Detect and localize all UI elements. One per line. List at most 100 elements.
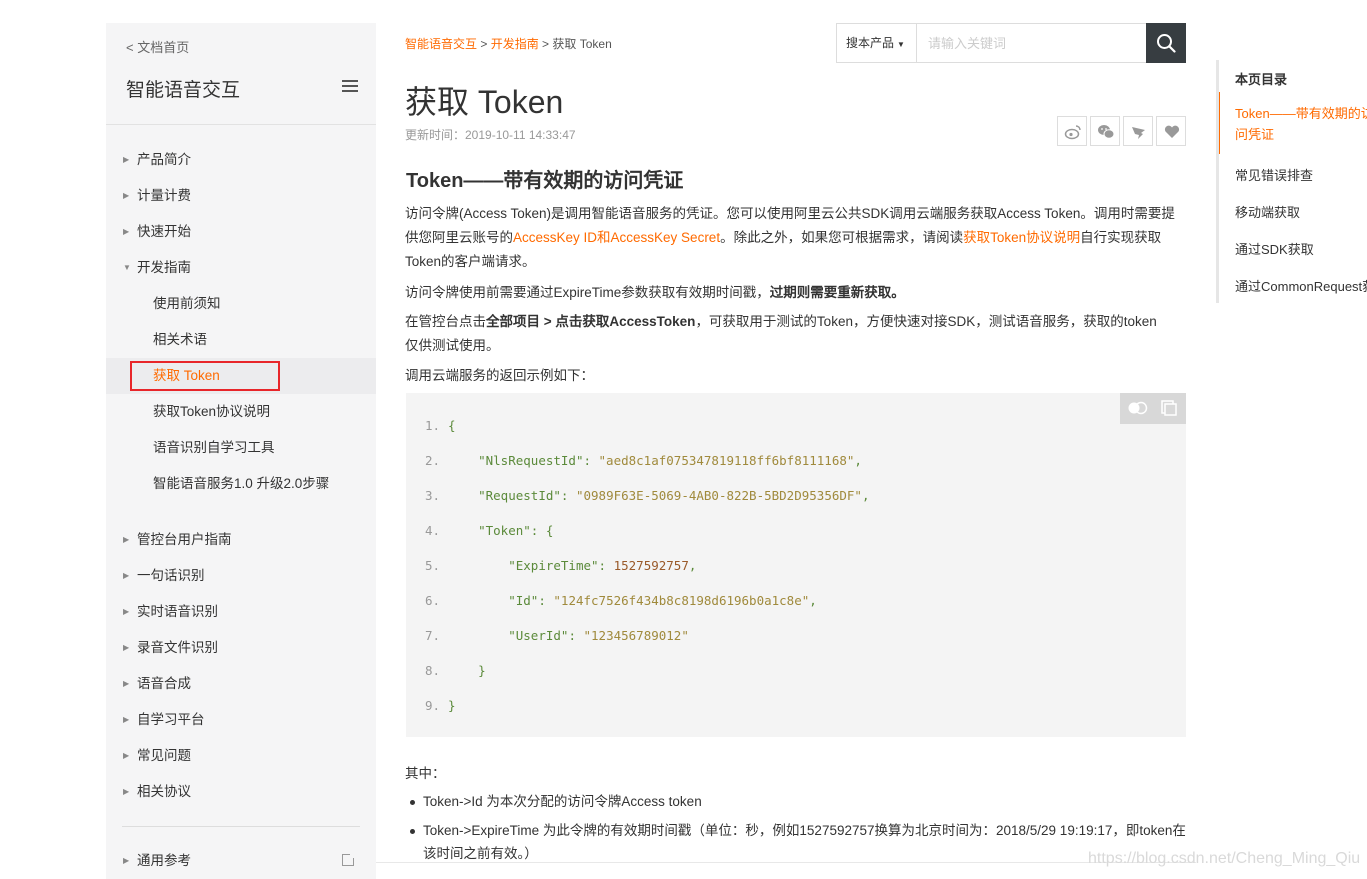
sidebar-item-sentence-recognition[interactable]: ▶ 一句话识别 (106, 558, 376, 594)
list-item: Token->Id 为本次分配的访问令牌Access token (408, 790, 1188, 813)
paragraph-expire: 访问令牌使用前需要通过ExpireTime参数获取有效期时间戳，过期则需要重新获… (405, 285, 905, 300)
list-item: Token->ExpireTime 为此令牌的有效期时间戳（单位：秒，例如152… (408, 819, 1188, 865)
sidebar-subitem-prerequisites[interactable]: 使用前须知 (106, 286, 376, 322)
page-toc: 本页目录 Token——带有效期的访问凭证 常见错误排查 移动端获取 通过SDK… (1216, 60, 1367, 303)
sidebar-subitem-get-token[interactable]: 获取 Token (106, 358, 376, 394)
search-button[interactable] (1146, 23, 1186, 63)
toc-item-common-request[interactable]: 通过CommonRequest获取 (1235, 276, 1367, 295)
line-number: 8. (424, 663, 440, 678)
doc-home-link[interactable]: < 文档首页 (126, 37, 189, 56)
code-key: "RequestId" (478, 488, 561, 503)
sidebar-item-agreements[interactable]: ▶ 相关协议 (106, 774, 376, 810)
caret-right-icon: ▶ (123, 679, 130, 688)
sidebar-item-file-recognition[interactable]: ▶ 录音文件识别 (106, 630, 376, 666)
code-punctuation: , (809, 593, 817, 608)
code-value: "aed8c1af075347819118ff6bf8111168" (598, 453, 855, 468)
code-key: "Id" (508, 593, 539, 608)
wechat-share-button[interactable] (1090, 116, 1120, 146)
breadcrumb-link-product[interactable]: 智能语音交互 (405, 37, 477, 51)
weibo-share-button[interactable] (1057, 116, 1087, 146)
sidebar-item-general-reference[interactable]: ▶ 通用参考 (106, 843, 376, 879)
code-separator: : (568, 628, 584, 643)
paragraph-intro: 访问令牌(Access Token)是调用智能语音服务的凭证。您可以使用阿里云公… (405, 206, 1175, 269)
hamburger-menu-icon[interactable] (342, 80, 358, 94)
toc-active-indicator (1219, 92, 1220, 154)
line-number: 7. (424, 628, 440, 643)
code-value: 1527592757 (613, 558, 689, 573)
code-line: 1. { (406, 408, 1186, 443)
dingtalk-share-button[interactable] (1123, 116, 1153, 146)
toc-item-mobile[interactable]: 移动端获取 (1235, 202, 1300, 221)
sidebar-subitem-self-learning-tool[interactable]: 语音识别自学习工具 (106, 430, 376, 466)
page-title: 获取 Token (405, 84, 564, 120)
sidebar-item-console-guide[interactable]: ▶ 管控台用户指南 (106, 522, 376, 558)
code-punctuation: , (854, 453, 862, 468)
toc-item-sdk[interactable]: 通过SDK获取 (1235, 239, 1314, 258)
code-punctuation: } (448, 698, 456, 713)
line-number: 2. (424, 453, 440, 468)
line-number: 1. (424, 418, 440, 433)
code-separator: : (583, 453, 599, 468)
toc-item-token[interactable]: Token——带有效期的访问凭证 (1235, 103, 1367, 145)
token-protocol-link[interactable]: 获取Token协议说明 (963, 230, 1080, 245)
search-icon (1157, 34, 1176, 53)
caret-right-icon: ▶ (123, 751, 130, 760)
code-line: 5. "ExpireTime": 1527592757, (406, 548, 1186, 583)
sidebar-subitem-upgrade-steps[interactable]: 智能语音服务1.0 升级2.0步骤 (106, 466, 376, 522)
code-line: 2. "NlsRequestId": "aed8c1af075347819118… (406, 443, 1186, 478)
sidebar-item-dev-guide[interactable]: ▼ 开发指南 (106, 250, 376, 286)
code-value: "0989F63E-5069-4AB0-822B-5BD2D95356DF" (575, 488, 862, 503)
code-block: 1. {2. "NlsRequestId": "aed8c1af075347819… (406, 393, 1186, 737)
caret-down-icon: ▼ (897, 40, 905, 49)
line-number: 4. (424, 523, 440, 538)
section-title: Token——带有效期的访问凭证 (406, 170, 684, 192)
accesskey-link[interactable]: AccessKey ID和AccessKey Secret (513, 230, 720, 245)
caret-down-icon: ▼ (123, 263, 131, 272)
toc-item-errors[interactable]: 常见错误排查 (1235, 165, 1313, 184)
footer-divider (376, 862, 1196, 879)
code-key: "Token" (478, 523, 531, 538)
code-punctuation: , (688, 558, 697, 573)
sidebar-item-billing[interactable]: ▶ 计量计费 (106, 178, 376, 214)
breadcrumb-link-dev-guide[interactable]: 开发指南 (491, 37, 539, 51)
sidebar-item-quick-start[interactable]: ▶ 快速开始 (106, 214, 376, 250)
search-input[interactable] (928, 24, 1143, 62)
external-link-icon[interactable] (342, 852, 356, 866)
paragraph-example-intro: 调用云端服务的返回示例如下： (405, 368, 594, 383)
code-value: "124fc7526f434b8c8198d6196b0a1c8e" (553, 593, 810, 608)
breadcrumb-current: 获取 Token (552, 37, 612, 51)
line-number: 6. (424, 593, 440, 608)
code-line: 8. } (406, 653, 1186, 688)
code-key: "UserId" (508, 628, 569, 643)
doc-sidebar: < 文档首页 智能语音交互 ▶ 产品简介 ▶ 计量计费 ▶ 快速开始 ▼ 开发指南 使用… (106, 23, 376, 879)
update-time: 更新时间：2019-10-11 14:33:47 (405, 128, 576, 142)
code-line: 7. "UserId": "123456789012" (406, 618, 1186, 653)
code-key: "ExpireTime" (508, 558, 599, 573)
wechat-icon (1098, 125, 1115, 139)
favorite-button[interactable] (1156, 116, 1186, 146)
sidebar-subitem-token-protocol[interactable]: 获取Token协议说明 (106, 394, 376, 430)
sidebar-item-faq[interactable]: ▶ 常见问题 (106, 738, 376, 774)
dingtalk-icon (1132, 127, 1145, 139)
caret-right-icon: ▶ (123, 571, 130, 580)
code-line: 3. "RequestId": "0989F63E-5069-4AB0-822B… (406, 478, 1186, 513)
sidebar-item-self-learning-platform[interactable]: ▶ 自学习平台 (106, 702, 376, 738)
sidebar-item-realtime-recognition[interactable]: ▶ 实时语音识别 (106, 594, 376, 630)
search-scope-dropdown[interactable]: 搜本产品 ▼ (837, 24, 917, 62)
bullet-list: Token->Id 为本次分配的访问令牌Access token Token->… (408, 790, 1188, 871)
sidebar-item-tts[interactable]: ▶ 语音合成 (106, 666, 376, 702)
caret-right-icon: ▶ (123, 191, 130, 200)
caret-right-icon: ▶ (123, 787, 130, 796)
line-number: 3. (424, 488, 440, 503)
search-bar: 搜本产品 ▼ (836, 23, 1186, 63)
watermark: https://blog.csdn.net/Cheng_Ming_Qiu (1088, 850, 1361, 867)
sidebar-subitem-terms[interactable]: 相关术语 (106, 322, 376, 358)
caret-right-icon: ▶ (123, 535, 130, 544)
weibo-icon (1064, 125, 1081, 140)
sidebar-item-product-intro[interactable]: ▶ 产品简介 (106, 142, 376, 178)
